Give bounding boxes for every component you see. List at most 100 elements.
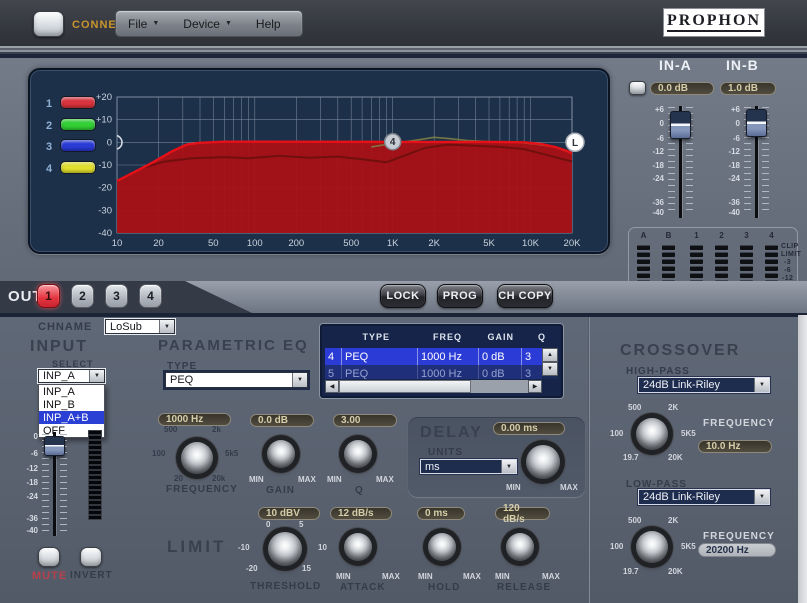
chevron-down-icon[interactable]: ▼: [89, 370, 104, 382]
limit-threshold-readout[interactable]: 10 dBV: [258, 507, 320, 520]
highpass-label: HIGH-PASS: [626, 366, 690, 377]
mute-label: MUTE: [32, 570, 67, 582]
table-vertical-scrollbar[interactable]: ▲ ▼: [542, 348, 558, 379]
table-row[interactable]: 4 PEQ 1000 Hz 0 dB 3: [325, 348, 542, 365]
limit-hold-readout[interactable]: 0 ms: [417, 507, 465, 520]
scrollbar-thumb[interactable]: [339, 380, 471, 393]
menu-device[interactable]: Device ▼: [171, 11, 244, 36]
knob-scale-label: 100: [152, 449, 165, 458]
highpass-filter-combo[interactable]: 24dB Link-Riley ▼: [638, 377, 770, 393]
menu-file[interactable]: File ▼: [116, 11, 171, 36]
table-horizontal-scrollbar[interactable]: ◀ ▶: [325, 380, 542, 393]
tab-out-4[interactable]: 4: [139, 284, 162, 308]
eq-row-type: PEQ: [342, 348, 418, 365]
fader-scale-label: 0: [714, 119, 740, 128]
eq-gain-readout[interactable]: 0.0 dB: [250, 414, 314, 427]
limit-title: LIMIT: [167, 537, 226, 557]
scroll-down-icon[interactable]: ▼: [542, 362, 558, 376]
eq-q-knob[interactable]: [344, 440, 372, 468]
input-title: INPUT: [30, 338, 88, 356]
invert-button[interactable]: [80, 547, 102, 567]
highpass-frequency-readout[interactable]: 10.0 Hz: [698, 440, 772, 453]
eq-type-combo[interactable]: PEQ ▼: [165, 372, 308, 388]
eq-frequency-knob[interactable]: [181, 442, 213, 474]
svg-text:-20: -20: [98, 183, 112, 194]
svg-text:0: 0: [107, 137, 112, 148]
chname-combo[interactable]: LoSub ▼: [105, 319, 175, 334]
eq-gain-knob[interactable]: [267, 440, 295, 468]
menu-help-label: Help: [256, 17, 281, 31]
fader-scale-label: +6: [638, 105, 664, 114]
in-b-fader-handle[interactable]: [746, 109, 767, 137]
knob-max-label: MAX: [382, 572, 400, 581]
scroll-up-icon[interactable]: ▲: [542, 348, 558, 362]
highpass-frequency-label: FREQUENCY: [703, 418, 775, 429]
knob-min-label: MIN: [249, 475, 264, 484]
tab-out-2[interactable]: 2: [71, 284, 94, 308]
frequency-response-plot[interactable]: 4L1020501002005001K2K5K10K20K+20+100-10-…: [30, 70, 612, 256]
delay-units-combo[interactable]: ms ▼: [420, 459, 517, 474]
delay-readout[interactable]: 0.00 ms: [493, 422, 565, 435]
dropdown-option-inp-a[interactable]: INP_A: [39, 385, 104, 398]
delay-knob[interactable]: [526, 445, 560, 479]
fader-scale-label: -24: [714, 174, 740, 183]
menubar: File ▼ Device ▼ Help: [115, 10, 303, 37]
tab-out-3[interactable]: 3: [105, 284, 128, 308]
knob-scale-label: 2k: [212, 425, 221, 434]
limit-threshold-knob[interactable]: [268, 532, 302, 566]
input-fader-handle[interactable]: [44, 436, 65, 456]
fader-scale-label: -36: [12, 514, 38, 523]
svg-text:-40: -40: [98, 228, 112, 239]
menu-help[interactable]: Help: [244, 11, 293, 36]
svg-text:1K: 1K: [387, 238, 399, 249]
fader-scale-label: 0: [12, 432, 38, 441]
eq-q-label: Q: [355, 485, 363, 496]
limit-release-knob[interactable]: [506, 533, 534, 561]
chevron-down-icon[interactable]: ▼: [159, 320, 174, 333]
table-row[interactable]: 5 PEQ 1000 Hz 0 dB 3: [325, 365, 542, 379]
limit-release-readout[interactable]: 120 dB/s: [495, 507, 550, 520]
lowpass-frequency-knob[interactable]: [636, 531, 668, 563]
input-channel-meter: [88, 430, 102, 520]
scroll-left-icon[interactable]: ◀: [325, 380, 339, 393]
mute-button[interactable]: [38, 547, 60, 567]
chevron-down-icon[interactable]: ▼: [501, 460, 516, 473]
limit-attack-readout[interactable]: 12 dB/s: [330, 507, 392, 520]
in-b-gain-readout[interactable]: 1.0 dB: [720, 82, 776, 95]
chevron-down-icon[interactable]: ▼: [754, 490, 769, 504]
ch-copy-button[interactable]: CH COPY: [497, 284, 553, 308]
prog-button[interactable]: PROG: [437, 284, 483, 308]
highpass-frequency-knob[interactable]: [636, 418, 668, 450]
in-b-label: IN-B: [726, 57, 759, 73]
tab-out-1[interactable]: 1: [37, 284, 60, 308]
highpass-filter-value: 24dB Link-Riley: [639, 378, 754, 392]
fader-scale-label: -12: [714, 147, 740, 156]
fader-scale-label: -18: [12, 478, 38, 487]
scroll-right-icon[interactable]: ▶: [528, 380, 542, 393]
eq-row-num: 4: [325, 348, 342, 365]
in-a-gain-readout[interactable]: 0.0 dB: [650, 82, 714, 95]
limit-attack-knob[interactable]: [344, 533, 372, 561]
knob-scale-label: 5K5: [681, 429, 696, 438]
knob-scale-label: 100: [610, 542, 623, 551]
lock-button[interactable]: LOCK: [380, 284, 426, 308]
meter-col-label: 3: [739, 231, 754, 240]
eq-q-readout[interactable]: 3.00: [333, 414, 397, 427]
chevron-down-icon[interactable]: ▼: [754, 378, 769, 392]
chevron-down-icon[interactable]: ▼: [292, 373, 307, 387]
input-link-button[interactable]: [629, 81, 646, 95]
fader-scale-label: -6: [638, 134, 664, 143]
input-select-combo[interactable]: INP_A ▼: [38, 369, 105, 383]
limit-hold-knob[interactable]: [428, 533, 456, 561]
top-menubar: CONNECT File ▼ Device ▼ Help PROPHON: [0, 0, 807, 46]
knob-scale-label: 15: [302, 564, 311, 573]
dropdown-option-inp-b[interactable]: INP_B: [39, 398, 104, 411]
knob-scale-label: 500: [164, 425, 177, 434]
connect-button[interactable]: [33, 11, 64, 37]
fader-scale-label: -12: [638, 147, 664, 156]
knob-scale-label: 100: [610, 429, 623, 438]
in-a-fader-handle[interactable]: [670, 111, 691, 139]
dropdown-option-inp-ab[interactable]: INP_A+B: [39, 411, 104, 424]
lowpass-filter-combo[interactable]: 24dB Link-Riley ▼: [638, 489, 770, 505]
lowpass-frequency-readout[interactable]: 20200 Hz: [698, 543, 776, 557]
